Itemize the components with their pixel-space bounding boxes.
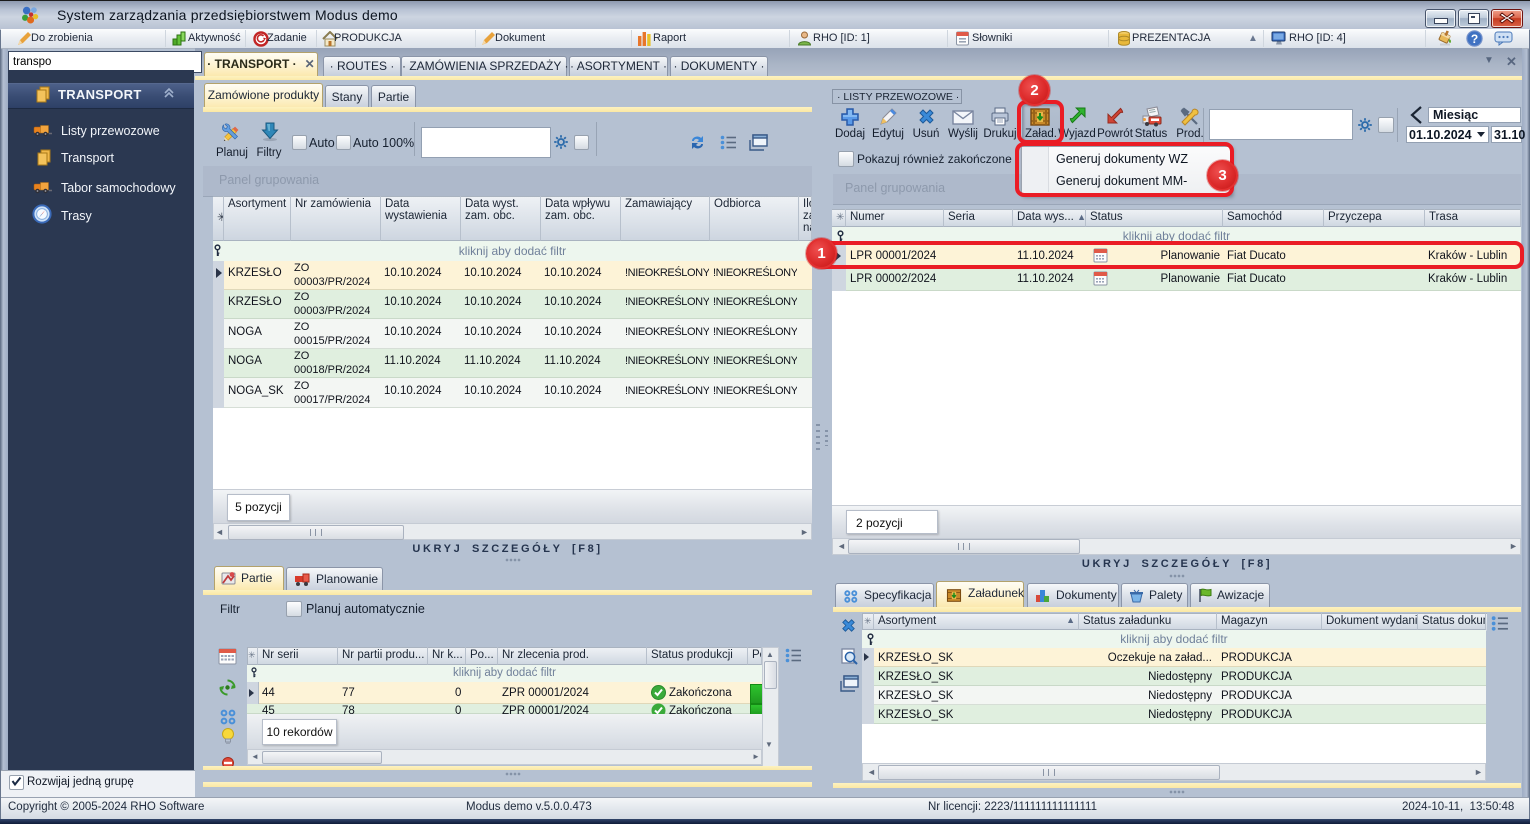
svg-text:?: ? [1471, 32, 1478, 46]
